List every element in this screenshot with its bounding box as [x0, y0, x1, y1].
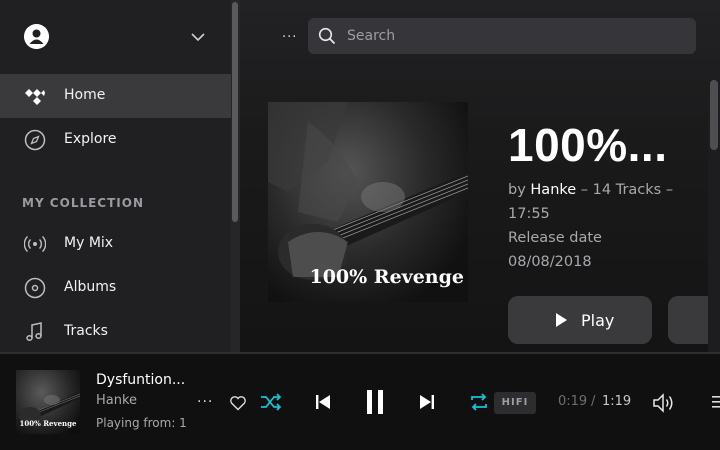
- search-input[interactable]: Search: [308, 18, 696, 54]
- scrollbar-thumb[interactable]: [710, 80, 718, 150]
- chevron-down-icon[interactable]: [189, 28, 207, 46]
- queue-icon[interactable]: [712, 394, 720, 410]
- track-title[interactable]: Dysfuntion...: [96, 372, 185, 388]
- artist-link[interactable]: Hanke: [530, 182, 576, 198]
- time-separator: /: [591, 394, 596, 409]
- album-duration: 17:55: [508, 206, 550, 222]
- sidebar-item-home[interactable]: Home: [0, 74, 231, 118]
- tidal-logo-icon: [25, 89, 45, 105]
- user-icon: [24, 24, 49, 49]
- main-scrollbar[interactable]: [708, 78, 720, 352]
- pause-icon[interactable]: [364, 389, 386, 415]
- sidebar-item-label: Tracks: [64, 323, 108, 339]
- sidebar: Home Explore MY COLLECTION My Mix Albums…: [0, 0, 240, 352]
- compass-icon: [24, 129, 46, 151]
- radio-waves-icon: [24, 236, 46, 252]
- more-menu-button[interactable]: ...: [282, 26, 297, 41]
- album-title: 100%...: [508, 119, 668, 171]
- scrollbar-thumb[interactable]: [232, 2, 238, 222]
- search-icon: [318, 27, 336, 45]
- album-byline: by Hanke – 14 Tracks –: [508, 182, 673, 198]
- repeat-icon[interactable]: [469, 391, 489, 413]
- profile-menu[interactable]: [0, 0, 231, 74]
- next-icon[interactable]: [418, 393, 436, 411]
- quality-badge[interactable]: HIFI: [494, 392, 536, 414]
- sidebar-item-tracks[interactable]: Tracks: [0, 310, 231, 354]
- play-icon: [556, 313, 567, 327]
- shuffle-icon[interactable]: [260, 392, 282, 412]
- music-note-icon: [26, 322, 42, 341]
- track-artist[interactable]: Hanke: [96, 393, 137, 408]
- sidebar-item-label: Explore: [64, 131, 117, 147]
- sidebar-item-label: My Mix: [64, 235, 114, 251]
- avatar[interactable]: [24, 24, 49, 49]
- sidebar-item-my-mix[interactable]: My Mix: [0, 222, 231, 266]
- album-cover[interactable]: 100% Revenge: [268, 102, 468, 302]
- track-count: – 14 Tracks –: [580, 182, 674, 198]
- search-placeholder: Search: [347, 28, 396, 44]
- sidebar-item-explore[interactable]: Explore: [0, 118, 231, 162]
- sidebar-scrollbar[interactable]: [231, 0, 240, 352]
- thumb-text: 100% Revenge: [19, 419, 77, 428]
- total-time: 1:19: [602, 394, 632, 409]
- previous-icon[interactable]: [314, 393, 332, 411]
- sidebar-item-label: Home: [64, 87, 106, 103]
- release-date: 08/08/2018: [508, 254, 592, 270]
- cover-text: 100% Revenge: [309, 266, 464, 288]
- play-label: Play: [581, 311, 615, 330]
- heart-icon[interactable]: [229, 394, 247, 412]
- playing-from[interactable]: Playing from: 1: [96, 416, 187, 430]
- volume-icon[interactable]: [652, 392, 676, 414]
- by-prefix: by: [508, 182, 526, 198]
- play-button[interactable]: Play: [508, 296, 652, 344]
- now-playing-cover[interactable]: 100% Revenge: [16, 370, 80, 434]
- player-bar: 100% Revenge Dysfuntion... Hanke Playing…: [0, 352, 720, 450]
- elapsed-time: 0:19: [558, 394, 588, 409]
- release-label: Release date: [508, 230, 602, 246]
- sidebar-item-label: Albums: [64, 279, 117, 295]
- section-title: MY COLLECTION: [22, 196, 145, 210]
- track-more-button[interactable]: ...: [197, 390, 213, 406]
- sidebar-item-albums[interactable]: Albums: [0, 266, 231, 310]
- disc-icon: [24, 277, 46, 299]
